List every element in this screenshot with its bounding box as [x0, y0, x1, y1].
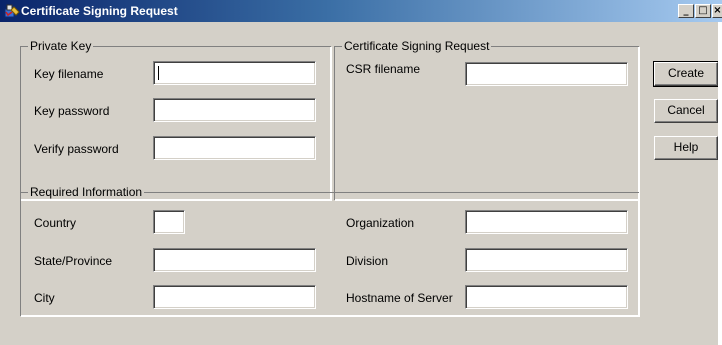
dialog-body: Private Key Key filename Key password Ve… — [0, 22, 719, 345]
required-information-group: Required Information Country State/Provi… — [20, 185, 639, 316]
key-filename-field[interactable] — [153, 61, 316, 85]
key-filename-label: Key filename — [34, 67, 104, 81]
city-label: City — [34, 291, 55, 305]
division-field[interactable] — [465, 248, 628, 272]
csr-group: Certificate Signing Request CSR filename — [334, 39, 639, 200]
create-button[interactable]: Create — [653, 61, 719, 87]
hostname-field[interactable] — [465, 285, 628, 309]
verify-password-label: Verify password — [34, 142, 119, 156]
text-caret — [158, 66, 159, 80]
country-field[interactable] — [153, 210, 185, 234]
maximize-button[interactable]: □ — [695, 4, 711, 18]
window-title: Certificate Signing Request — [21, 4, 178, 18]
csr-legend: Certificate Signing Request — [342, 39, 492, 53]
hostname-label: Hostname of Server — [346, 291, 453, 305]
minimize-button[interactable]: _ — [678, 4, 694, 18]
country-label: Country — [34, 216, 77, 230]
required-information-legend: Required Information — [28, 185, 145, 199]
title-bar[interactable]: Certificate Signing Request _ □ × — [0, 0, 722, 22]
certificate-app-icon — [4, 4, 20, 18]
state-province-label: State/Province — [34, 254, 113, 268]
city-field[interactable] — [153, 285, 316, 309]
csr-filename-field[interactable] — [465, 62, 628, 86]
organization-label: Organization — [346, 216, 415, 230]
help-button[interactable]: Help — [654, 136, 718, 160]
private-key-legend: Private Key — [28, 39, 94, 53]
verify-password-field[interactable] — [153, 136, 316, 160]
organization-field[interactable] — [465, 210, 628, 234]
close-button[interactable]: × — [712, 4, 722, 18]
key-password-label: Key password — [34, 104, 110, 118]
csr-filename-label: CSR filename — [346, 62, 421, 76]
close-icon: × — [713, 5, 722, 16]
private-key-group: Private Key Key filename Key password Ve… — [20, 39, 331, 200]
maximize-icon: □ — [698, 5, 708, 16]
cancel-button[interactable]: Cancel — [654, 99, 718, 123]
minimize-icon: _ — [683, 5, 689, 16]
window-edge — [718, 22, 722, 345]
state-province-field[interactable] — [153, 248, 316, 272]
key-password-field[interactable] — [153, 98, 316, 122]
division-label: Division — [346, 254, 389, 268]
